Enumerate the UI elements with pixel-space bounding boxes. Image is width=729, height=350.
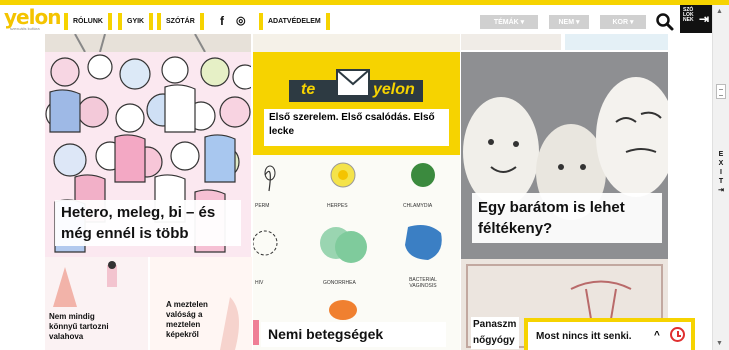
scroll-up-arrow[interactable]: ▲ <box>716 8 723 15</box>
dropdown-nem[interactable]: NEM ▾ <box>549 15 589 29</box>
dropdown-kor[interactable]: KOR ▾ <box>600 15 646 29</box>
chat-status: Most nincs itt senki. <box>536 330 632 342</box>
card-barat-title[interactable]: Egy barátom is lehet féltékeny? <box>472 193 662 243</box>
card-top-partial-1[interactable] <box>45 34 251 54</box>
card-nemi-title[interactable]: Nemi betegségek <box>261 322 446 347</box>
std-illustration <box>253 155 460 350</box>
instagram-icon[interactable]: ◎ <box>236 14 246 27</box>
szolok-nek-button[interactable]: SZÓ LOK NEK ⇥ <box>680 5 712 33</box>
te-yelon-right: yelon <box>373 81 415 98</box>
std-label-perm: PERM <box>255 203 270 209</box>
nav-rolunk[interactable]: RÓLUNK <box>64 13 112 30</box>
card-meztelen-title[interactable]: A meztelen valóság a meztelen képekről <box>166 300 226 340</box>
scroll-down-arrow[interactable]: ▼ <box>716 340 723 347</box>
chat-widget[interactable]: Most nincs itt senki. ^ <box>524 318 695 350</box>
clock-icon <box>670 327 685 342</box>
logo-wordmark: yelon <box>4 5 61 29</box>
nav-adatvedelem[interactable]: ADATVÉDELEM <box>259 13 330 30</box>
logo-tagline: szexuális kultúra <box>10 26 40 31</box>
chevron-up-icon[interactable]: ^ <box>654 330 660 341</box>
exit-button[interactable]: E X I T ⇥ <box>714 150 728 195</box>
card-top-partial-3[interactable] <box>461 34 668 52</box>
card-te-yelon-title[interactable]: Első szerelem. Első csalódás. Első lecke <box>264 109 449 146</box>
site-logo[interactable]: yelon szexuális kultúra <box>4 5 61 33</box>
dropdown-temak[interactable]: TÉMÁK ▾ <box>480 15 538 29</box>
std-label-hiv: HIV <box>255 280 264 286</box>
nav-gyik[interactable]: GYIK <box>118 13 154 30</box>
card-hetero[interactable]: Hetero, meleg, bi – és még ennél is több <box>45 52 251 257</box>
card-nem-mindig-title[interactable]: Nem mindig könnyű tartozni valahova <box>49 312 119 342</box>
facebook-icon[interactable]: f <box>220 14 224 28</box>
scrollbar-thumb[interactable] <box>716 84 726 99</box>
std-label-herpes: HERPES <box>327 203 348 209</box>
card-nemi[interactable]: PERM HERPES CHLAMYDIA HIV GONORRHEA BACT… <box>253 155 460 350</box>
std-label-chlamydia: CHLAMYDIA <box>403 203 433 209</box>
site-header: yelon szexuális kultúra RÓLUNK GYIK SZÓT… <box>0 5 712 34</box>
card-hetero-title[interactable]: Hetero, meleg, bi – és még ennél is több <box>55 200 241 246</box>
search-icon[interactable] <box>655 12 675 32</box>
card-barat[interactable]: Egy barátom is lehet féltékeny? <box>461 52 668 259</box>
card-panasz-title[interactable]: Panaszm nőgyógy <box>471 317 519 349</box>
std-label-gonorrhea: GONORRHEA <box>323 280 356 286</box>
std-label-bacterial: BACTERIAL VAGINOSIS <box>409 277 437 289</box>
card-te-yelon[interactable]: te yelon Első szerelem. Első csalódás. E… <box>253 52 460 155</box>
card-top-partial-2[interactable] <box>253 34 460 52</box>
exit-icon: ⇥ <box>718 187 724 194</box>
exit-arrow-icon: ⇥ <box>698 12 709 26</box>
card-nem-mindig[interactable]: Nem mindig könnyű tartozni valahova <box>45 257 148 350</box>
card-meztelen[interactable]: A meztelen valóság a meztelen képekről <box>150 257 252 350</box>
nav-szotar[interactable]: SZÓTÁR <box>157 13 204 30</box>
te-yelon-left: te <box>301 81 316 98</box>
